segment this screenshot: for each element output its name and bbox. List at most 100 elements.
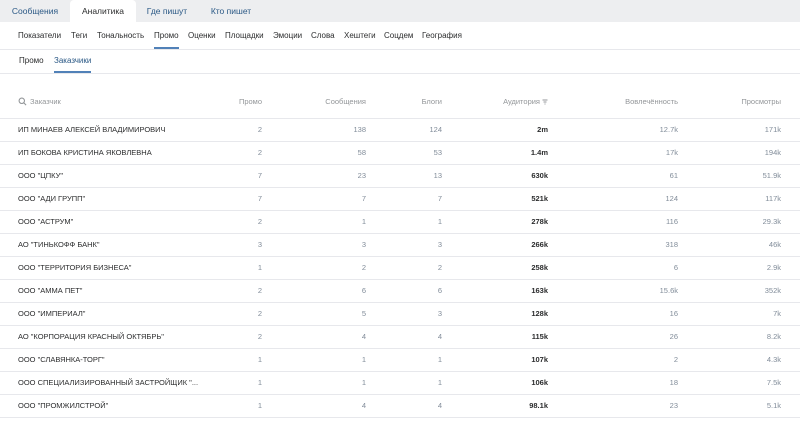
header-audience-label: Аудитория <box>503 97 540 106</box>
header-views[interactable]: Просмотры <box>690 97 781 106</box>
messages-count: 58 <box>357 148 366 157</box>
table-row[interactable]: ООО "АДИ ГРУПП" 7 7 7 521k 124 117k <box>0 188 800 211</box>
header-promo[interactable]: Промо <box>200 97 262 106</box>
views-value: 29.3k <box>762 217 781 226</box>
views-value: 352k <box>764 286 781 295</box>
promo-count: 1 <box>257 263 262 272</box>
subnav-platforms[interactable]: Площадки <box>225 22 264 49</box>
subnav-indicators[interactable]: Показатели <box>18 22 61 49</box>
audience-value: 521k <box>531 194 548 203</box>
promo-count: 2 <box>257 217 262 226</box>
views-value: 7.5k <box>766 378 781 387</box>
subnav-ratings[interactable]: Оценки <box>188 22 216 49</box>
engagement-value: 18 <box>669 378 678 387</box>
audience-value: 128k <box>531 309 548 318</box>
views-value: 5.1k <box>766 401 781 410</box>
audience-value: 2m <box>537 125 548 134</box>
customer-name[interactable]: ООО "АДИ ГРУПП" <box>18 188 198 210</box>
messages-count: 6 <box>361 286 366 295</box>
customer-name[interactable]: ИП БОКОВА КРИСТИНА ЯКОВЛЕВНА <box>18 142 198 164</box>
table-row[interactable]: АО "КОРПОРАЦИЯ КРАСНЫЙ ОКТЯБРЬ" 2 4 4 115k 26… <box>0 326 800 349</box>
customer-name[interactable]: ООО "ЦПКУ" <box>18 165 198 187</box>
header-messages[interactable]: Сообщения <box>300 97 366 106</box>
engagement-value: 124 <box>665 194 678 203</box>
table-row[interactable]: ООО "ИМПЕРИАЛ" 2 5 3 128k 16 7k <box>0 303 800 326</box>
customer-name[interactable]: ИП МИНАЕВ АЛЕКСЕЙ ВЛАДИМИРОВИЧ <box>18 119 198 141</box>
customer-name[interactable]: ООО "ИМПЕРИАЛ" <box>18 303 198 325</box>
promo-count: 2 <box>257 332 262 341</box>
tab-analytics[interactable]: Аналитика <box>70 0 136 22</box>
messages-count: 1 <box>361 217 366 226</box>
customer-name[interactable]: ООО "СЛАВЯНКА-ТОРГ" <box>18 349 198 371</box>
blogs-count: 3 <box>437 240 442 249</box>
subnav-geography[interactable]: География <box>422 22 462 49</box>
analytics-subnav: Показатели Теги Тональность Промо Оценки… <box>0 22 800 50</box>
views-value: 46k <box>768 240 781 249</box>
blogs-count: 53 <box>433 148 442 157</box>
sort-desc-icon[interactable] <box>542 99 548 105</box>
table-row[interactable]: ООО "ЦПКУ" 7 23 13 630k 61 51.9k <box>0 165 800 188</box>
audience-value: 258k <box>531 263 548 272</box>
subnav-promo[interactable]: Промо <box>154 22 179 49</box>
messages-count: 1 <box>361 355 366 364</box>
customer-name[interactable]: ООО "АСТРУМ" <box>18 211 198 233</box>
subnav-sociodem[interactable]: Соцдем <box>384 22 413 49</box>
blogs-count: 1 <box>437 217 442 226</box>
header-audience[interactable]: Аудитория <box>470 97 548 106</box>
views-value: 8.2k <box>766 332 781 341</box>
header-customer[interactable]: Заказчик <box>30 97 61 106</box>
table-row[interactable]: ИП БОКОВА КРИСТИНА ЯКОВЛЕВНА 2 58 53 1.4m 17k… <box>0 142 800 165</box>
blogs-count: 1 <box>437 355 442 364</box>
tab-messages[interactable]: Сообщения <box>0 0 70 22</box>
subnav-hashtags[interactable]: Хештеги <box>344 22 376 49</box>
table-row[interactable]: ООО "СЛАВЯНКА-ТОРГ" 1 1 1 107k 2 4.3k <box>0 349 800 372</box>
views-value: 194k <box>764 148 781 157</box>
table-row[interactable]: ИП МИНАЕВ АЛЕКСЕЙ ВЛАДИМИРОВИЧ 2 138 124 2m 1… <box>0 119 800 142</box>
views-value: 51.9k <box>762 171 781 180</box>
messages-count: 7 <box>361 194 366 203</box>
blogs-count: 3 <box>437 309 442 318</box>
blogs-count: 7 <box>437 194 442 203</box>
messages-count: 5 <box>361 309 366 318</box>
promo-count: 2 <box>257 148 262 157</box>
messages-count: 3 <box>361 240 366 249</box>
customer-name[interactable]: ООО "ТЕРРИТОРИЯ БИЗНЕСА" <box>18 257 198 279</box>
audience-value: 630k <box>531 171 548 180</box>
table-row[interactable]: ООО "ПРОМЖИЛСТРОЙ" 1 4 4 98.1k 23 5.1k <box>0 395 800 418</box>
customer-name[interactable]: ООО СПЕЦИАЛИЗИРОВАННЫЙ ЗАСТРОЙЩИК "... <box>18 372 198 394</box>
search-icon[interactable] <box>18 97 27 106</box>
customer-name[interactable]: ООО "ПРОМЖИЛСТРОЙ" <box>18 395 198 417</box>
engagement-value: 61 <box>669 171 678 180</box>
subnav-emotions[interactable]: Эмоции <box>273 22 302 49</box>
blogs-count: 13 <box>433 171 442 180</box>
promo-count: 7 <box>257 171 262 180</box>
promo-subnav: Промо Заказчики <box>0 50 800 74</box>
engagement-value: 318 <box>665 240 678 249</box>
views-value: 7k <box>773 309 781 318</box>
table-row[interactable]: АО "ТИНЬКОФФ БАНК" 3 3 3 266k 318 46k <box>0 234 800 257</box>
promo-count: 2 <box>257 125 262 134</box>
messages-count: 4 <box>361 401 366 410</box>
table-row[interactable]: ООО "ТЕРРИТОРИЯ БИЗНЕСА" 1 2 2 258k 6 2.9k <box>0 257 800 280</box>
table-row[interactable]: ООО "АСТРУМ" 2 1 1 278k 116 29.3k <box>0 211 800 234</box>
table-row[interactable]: ООО СПЕЦИАЛИЗИРОВАННЫЙ ЗАСТРОЙЩИК "... 1 1… <box>0 372 800 395</box>
engagement-value: 2 <box>673 355 678 364</box>
blogs-count: 6 <box>437 286 442 295</box>
subnav-tags[interactable]: Теги <box>71 22 87 49</box>
promo-count: 3 <box>257 240 262 249</box>
tab-who-writes[interactable]: Кто пишет <box>198 0 264 22</box>
subtab-customers[interactable]: Заказчики <box>54 50 92 73</box>
customer-name[interactable]: АО "ТИНЬКОФФ БАНК" <box>18 234 198 256</box>
engagement-value: 16 <box>669 309 678 318</box>
customer-name[interactable]: АО "КОРПОРАЦИЯ КРАСНЫЙ ОКТЯБРЬ" <box>18 326 198 348</box>
tab-where-write[interactable]: Где пишут <box>136 0 198 22</box>
subnav-words[interactable]: Слова <box>311 22 335 49</box>
promo-count: 7 <box>257 194 262 203</box>
views-value: 4.3k <box>766 355 781 364</box>
header-engagement[interactable]: Вовлечённость <box>590 97 678 106</box>
subnav-tonality[interactable]: Тональность <box>97 22 144 49</box>
header-blogs[interactable]: Блоги <box>380 97 442 106</box>
subtab-promo[interactable]: Промо <box>19 50 44 73</box>
table-row[interactable]: ООО "АММА ПЕТ" 2 6 6 163k 15.6k 352k <box>0 280 800 303</box>
customer-name[interactable]: ООО "АММА ПЕТ" <box>18 280 198 302</box>
